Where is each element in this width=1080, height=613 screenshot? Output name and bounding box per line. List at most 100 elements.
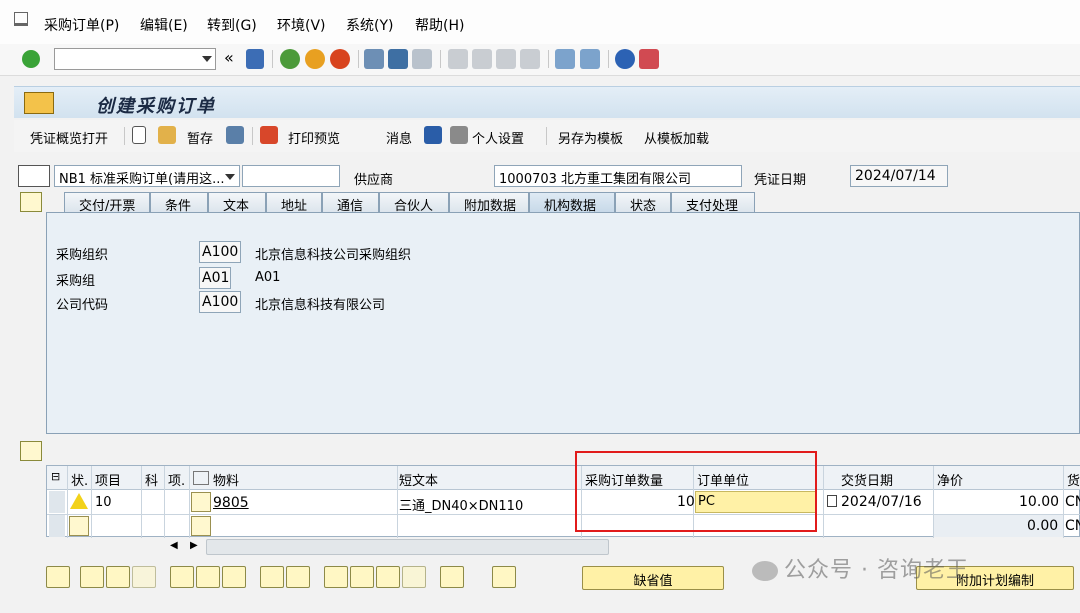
warning-icon[interactable]	[70, 493, 88, 509]
exit-icon[interactable]	[305, 49, 325, 69]
row-selector[interactable]	[49, 491, 65, 513]
purch-group-field[interactable]: A01	[199, 267, 231, 289]
menu-purchase-order[interactable]: 采购订单(P)	[44, 15, 119, 35]
tab-payment-processing[interactable]: 支付处理	[671, 192, 755, 214]
currency[interactable]: CN	[1065, 518, 1080, 534]
layout-menu-icon[interactable]	[639, 49, 659, 69]
vendor-field[interactable]: 1000703 北方重工集团有限公司	[494, 165, 742, 187]
col-short-text[interactable]: 短文本	[399, 470, 438, 489]
tab-status[interactable]: 状态	[615, 192, 671, 214]
net-price[interactable]: 10.00	[1019, 494, 1059, 510]
tab-org-data[interactable]: 机构数据	[529, 192, 615, 214]
horizontal-scrollbar[interactable]	[206, 539, 609, 555]
item-number[interactable]: 10	[95, 495, 112, 510]
copy-icon[interactable]	[827, 495, 837, 507]
save-icon[interactable]	[246, 49, 264, 69]
delivery-date[interactable]: 2024/07/16	[841, 494, 922, 510]
net-price[interactable]: 0.00	[1027, 518, 1058, 534]
details-icon[interactable]	[46, 566, 70, 588]
purch-org-field[interactable]: A100	[199, 241, 241, 263]
row-selector[interactable]	[49, 515, 65, 537]
col-acct-assign[interactable]: 科	[145, 470, 158, 489]
col-item[interactable]: 项目	[95, 470, 121, 489]
print-preview-icon[interactable]	[260, 126, 278, 144]
scroll-right-icon[interactable]: ▶	[190, 540, 198, 551]
chevron-down-icon[interactable]	[225, 174, 235, 180]
new-session-icon[interactable]	[555, 49, 575, 69]
transaction-icon[interactable]	[24, 92, 54, 114]
info-icon[interactable]	[424, 126, 442, 144]
next-page-icon[interactable]	[496, 49, 516, 69]
col-status[interactable]: 状.	[71, 470, 88, 489]
sort-ascending-icon[interactable]	[324, 566, 348, 588]
print-preview-button[interactable]: 打印预览	[288, 128, 340, 147]
col-net-price[interactable]: 净价	[937, 470, 963, 489]
more-functions-icon[interactable]	[440, 566, 464, 588]
last-page-icon[interactable]	[520, 49, 540, 69]
system-menu-icon[interactable]	[14, 12, 28, 26]
col-currency[interactable]: 货	[1067, 470, 1080, 489]
col-item-category[interactable]: 项.	[168, 470, 185, 489]
previous-page-icon[interactable]	[472, 49, 492, 69]
menu-edit[interactable]: 编辑(E)	[140, 15, 188, 35]
currency[interactable]: CN	[1065, 494, 1080, 510]
grid-icon[interactable]	[286, 566, 310, 588]
find-icon[interactable]	[388, 49, 408, 69]
tab-communication[interactable]: 通信	[322, 192, 379, 214]
cancel-icon[interactable]	[330, 49, 350, 69]
cart-icon[interactable]	[18, 165, 50, 187]
material-search-icon[interactable]	[191, 492, 211, 512]
copy-icon[interactable]	[260, 566, 284, 588]
filter-icon[interactable]	[376, 566, 400, 588]
short-text[interactable]: 三通_DN40×DN110	[399, 495, 523, 514]
document-overview-button[interactable]: 凭证概览打开	[30, 128, 108, 147]
hold-button[interactable]: 暂存	[187, 128, 213, 147]
tab-partners[interactable]: 合伙人	[379, 192, 449, 214]
check-icon[interactable]	[226, 126, 244, 144]
save-as-template-button[interactable]: 另存为模板	[558, 128, 623, 147]
default-values-button[interactable]: 缺省值	[582, 566, 724, 590]
shortcut-icon[interactable]	[580, 49, 600, 69]
menu-help[interactable]: 帮助(H)	[415, 15, 464, 35]
collapse-items-icon[interactable]	[20, 441, 42, 461]
sort-descending-icon[interactable]	[350, 566, 374, 588]
chevron-down-icon[interactable]	[202, 56, 212, 62]
select-all-icon[interactable]	[80, 566, 104, 588]
material-link[interactable]: 9805	[213, 495, 249, 511]
enter-check-icon[interactable]	[22, 50, 40, 68]
lock-icon[interactable]	[196, 566, 220, 588]
deselect-all-icon[interactable]	[132, 566, 156, 588]
tab-additional-data[interactable]: 附加数据	[449, 192, 529, 214]
order-type-select[interactable]: NB1 标准采购订单(请用这...	[54, 165, 240, 187]
col-material[interactable]: 物料	[213, 470, 239, 489]
collapse-header-icon[interactable]	[20, 192, 42, 212]
po-number-field[interactable]	[242, 165, 340, 187]
back-icon[interactable]	[280, 49, 300, 69]
other-document-icon[interactable]	[158, 126, 176, 144]
new-document-icon[interactable]	[132, 126, 146, 144]
doc-date-field[interactable]: 2024/07/14	[850, 165, 948, 187]
total-icon[interactable]	[402, 566, 426, 588]
column-settings-icon[interactable]	[193, 471, 209, 485]
col-delivery-date[interactable]: 交货日期	[841, 470, 893, 489]
tab-texts[interactable]: 文本	[208, 192, 266, 214]
load-from-template-button[interactable]: 从模板加载	[644, 128, 709, 147]
select-block-icon[interactable]	[106, 566, 130, 588]
help-icon[interactable]	[615, 49, 635, 69]
status-empty-cell[interactable]	[69, 516, 89, 536]
tab-delivery-invoice[interactable]: 交付/开票	[64, 192, 150, 214]
back-arrows-icon[interactable]: «	[224, 48, 234, 67]
unlock-icon[interactable]	[222, 566, 246, 588]
scroll-left-icon[interactable]: ◀	[170, 540, 178, 551]
menu-environment[interactable]: 环境(V)	[277, 15, 326, 35]
select-all-icon[interactable]: ⊟	[51, 470, 60, 483]
material-search-icon[interactable]	[191, 516, 211, 536]
menu-goto[interactable]: 转到(G)	[207, 15, 257, 35]
delete-icon[interactable]	[170, 566, 194, 588]
company-code-field[interactable]: A100	[199, 291, 241, 313]
personal-settings-button[interactable]: 个人设置	[472, 128, 524, 147]
messages-button[interactable]: 消息	[386, 128, 412, 147]
list-icon[interactable]	[492, 566, 516, 588]
tab-conditions[interactable]: 条件	[150, 192, 208, 214]
command-field[interactable]	[54, 48, 216, 70]
